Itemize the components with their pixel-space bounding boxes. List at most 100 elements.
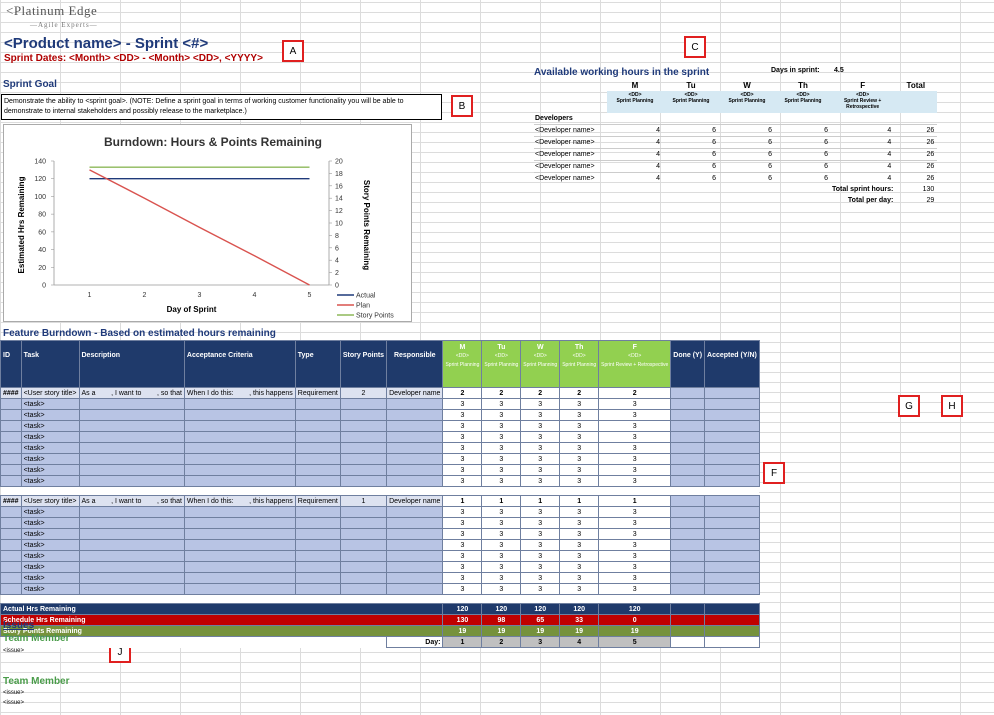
issues-heading[interactable]: Issues — [3, 620, 34, 631]
developer-name[interactable]: <Developer name> — [534, 172, 607, 184]
accepted-cell[interactable] — [704, 387, 760, 399]
done-cell[interactable] — [670, 387, 706, 399]
story-points[interactable]: 1 — [339, 495, 388, 507]
task-day-hours[interactable]: 3 — [598, 464, 672, 476]
story-day-hours[interactable]: 2 — [598, 387, 672, 399]
task-day-hours[interactable]: 3 — [481, 528, 522, 540]
developer-hours[interactable]: 4 — [831, 148, 895, 161]
developer-hours[interactable]: 6 — [775, 160, 831, 173]
task-day-hours[interactable]: 3 — [520, 583, 561, 595]
story-day-hours[interactable]: 1 — [442, 495, 483, 507]
accepted-cell[interactable] — [704, 453, 760, 465]
task-row[interactable]: <task> 3 3 3 3 3 — [0, 572, 760, 584]
done-cell[interactable] — [670, 420, 706, 432]
accepted-cell[interactable] — [704, 539, 760, 551]
task-day-hours[interactable]: 3 — [520, 409, 561, 421]
developer-hours[interactable]: 6 — [775, 148, 831, 161]
task-day-hours[interactable]: 3 — [520, 420, 561, 432]
task-day-hours[interactable]: 3 — [442, 539, 483, 551]
story-day-hours[interactable]: 2 — [481, 387, 522, 399]
task-day-hours[interactable]: 3 — [559, 431, 600, 443]
story-title[interactable]: <User story title> — [20, 387, 80, 399]
task-row[interactable]: <task> 3 3 3 3 3 — [0, 475, 760, 487]
task-day-hours[interactable]: 3 — [559, 420, 600, 432]
task-day-hours[interactable]: 3 — [520, 528, 561, 540]
task-name[interactable]: <task> — [20, 398, 80, 410]
task-day-hours[interactable]: 3 — [481, 506, 522, 518]
done-cell[interactable] — [670, 550, 706, 562]
task-day-hours[interactable]: 3 — [442, 528, 483, 540]
story-day-hours[interactable]: 1 — [520, 495, 561, 507]
task-day-hours[interactable]: 3 — [481, 475, 522, 487]
developer-hours[interactable]: 4 — [831, 124, 895, 137]
developer-hours[interactable]: 6 — [719, 160, 775, 173]
issue-item[interactable]: <issue> — [3, 648, 24, 654]
done-cell[interactable] — [670, 431, 706, 443]
developer-hours[interactable]: 6 — [663, 136, 719, 149]
story-title[interactable]: <User story title> — [20, 495, 80, 507]
task-day-hours[interactable]: 3 — [481, 431, 522, 443]
developer-hours[interactable]: 4 — [607, 148, 663, 161]
developer-hours[interactable]: 4 — [607, 172, 663, 184]
developer-hours[interactable]: 6 — [775, 124, 831, 137]
task-day-hours[interactable]: 3 — [559, 506, 600, 518]
task-day-hours[interactable]: 3 — [442, 583, 483, 595]
task-day-hours[interactable]: 3 — [520, 475, 561, 487]
done-cell[interactable] — [670, 453, 706, 465]
task-day-hours[interactable]: 3 — [598, 572, 672, 584]
developer-name[interactable]: <Developer name> — [534, 136, 607, 149]
task-day-hours[interactable]: 3 — [559, 539, 600, 551]
task-day-hours[interactable]: 3 — [442, 572, 483, 584]
done-cell[interactable] — [670, 517, 706, 529]
task-day-hours[interactable]: 3 — [598, 528, 672, 540]
story-id[interactable]: #### — [0, 495, 22, 507]
task-day-hours[interactable]: 3 — [520, 442, 561, 454]
task-day-hours[interactable]: 3 — [559, 398, 600, 410]
task-row[interactable]: <task> 3 3 3 3 3 — [0, 442, 760, 454]
task-day-hours[interactable]: 3 — [598, 398, 672, 410]
task-day-hours[interactable]: 3 — [520, 431, 561, 443]
task-row[interactable]: <task> 3 3 3 3 3 — [0, 539, 760, 551]
developer-hours[interactable]: 4 — [831, 136, 895, 149]
issue-item[interactable]: <issue> — [3, 700, 24, 706]
user-story-row[interactable]: #### <User story title> As a , I want to ,… — [0, 387, 760, 399]
accepted-cell[interactable] — [704, 495, 760, 507]
task-day-hours[interactable]: 3 — [520, 572, 561, 584]
task-row[interactable]: <task> 3 3 3 3 3 — [0, 431, 760, 443]
accepted-cell[interactable] — [704, 475, 760, 487]
task-name[interactable]: <task> — [20, 409, 80, 421]
task-name[interactable]: <task> — [20, 431, 80, 443]
accepted-cell[interactable] — [704, 506, 760, 518]
task-day-hours[interactable]: 3 — [598, 431, 672, 443]
story-points[interactable]: 2 — [339, 387, 388, 399]
task-row[interactable]: <task> 3 3 3 3 3 — [0, 561, 760, 573]
done-cell[interactable] — [670, 475, 706, 487]
task-row[interactable]: <task> 3 3 3 3 3 — [0, 583, 760, 595]
developer-name[interactable]: <Developer name> — [534, 148, 607, 161]
task-row[interactable]: <task> 3 3 3 3 3 — [0, 409, 760, 421]
task-row[interactable]: <task> 3 3 3 3 3 — [0, 550, 760, 562]
done-cell[interactable] — [670, 506, 706, 518]
task-day-hours[interactable]: 3 — [481, 561, 522, 573]
day-column-header[interactable]: Tu <DD> Sprint Planning — [481, 340, 522, 388]
accepted-cell[interactable] — [704, 517, 760, 529]
done-cell[interactable] — [670, 495, 706, 507]
story-day-hours[interactable]: 2 — [442, 387, 483, 399]
task-day-hours[interactable]: 3 — [442, 517, 483, 529]
developer-hours[interactable]: 4 — [607, 136, 663, 149]
task-name[interactable]: <task> — [20, 583, 80, 595]
task-day-hours[interactable]: 3 — [598, 517, 672, 529]
developer-hours[interactable]: 6 — [719, 148, 775, 161]
developer-hours[interactable]: 4 — [607, 160, 663, 173]
developer-hours[interactable]: 6 — [719, 136, 775, 149]
task-day-hours[interactable]: 3 — [442, 475, 483, 487]
task-day-hours[interactable]: 3 — [598, 409, 672, 421]
done-cell[interactable] — [670, 442, 706, 454]
task-day-hours[interactable]: 3 — [481, 583, 522, 595]
task-row[interactable]: <task> 3 3 3 3 3 — [0, 453, 760, 465]
done-cell[interactable] — [670, 561, 706, 573]
done-cell[interactable] — [670, 398, 706, 410]
done-cell[interactable] — [670, 464, 706, 476]
task-name[interactable]: <task> — [20, 539, 80, 551]
story-type[interactable]: Requirement — [294, 387, 341, 399]
